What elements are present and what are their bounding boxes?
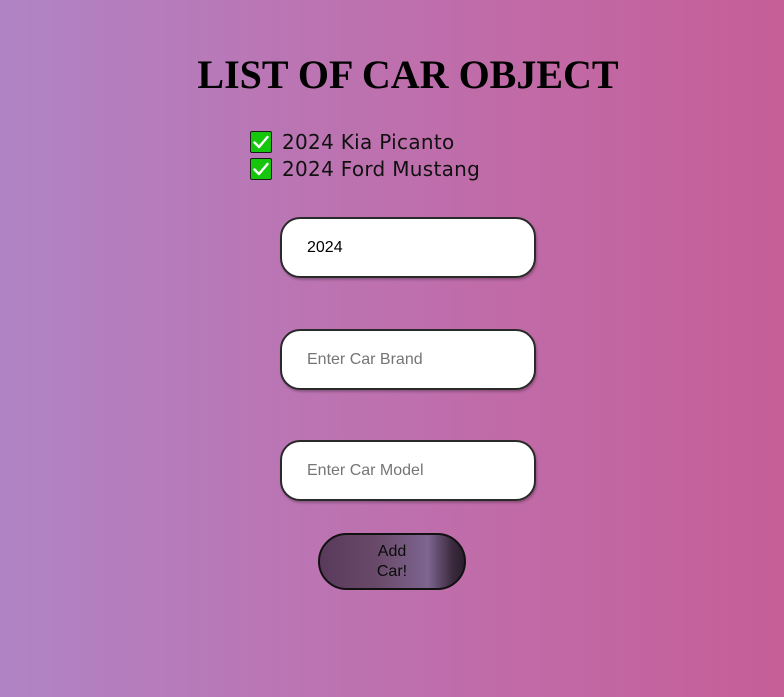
car-year-input[interactable] (280, 217, 536, 278)
car-model-input[interactable] (280, 440, 536, 501)
car-item-text: 2024 Ford Mustang (282, 156, 481, 181)
add-car-button[interactable]: Add Car! (318, 533, 466, 590)
check-mark-icon (250, 130, 272, 153)
add-car-button-label: Add Car! (376, 542, 408, 580)
car-item-text: 2024 Kia Picanto (282, 129, 455, 154)
car-list: 2024 Kia Picanto 2024 Ford Mustang (250, 128, 480, 182)
check-mark-icon (250, 157, 272, 180)
page-title: LIST OF CAR OBJECT (197, 52, 619, 97)
car-brand-input[interactable] (280, 329, 536, 390)
list-item: 2024 Ford Mustang (250, 155, 480, 182)
list-item: 2024 Kia Picanto (250, 128, 480, 155)
